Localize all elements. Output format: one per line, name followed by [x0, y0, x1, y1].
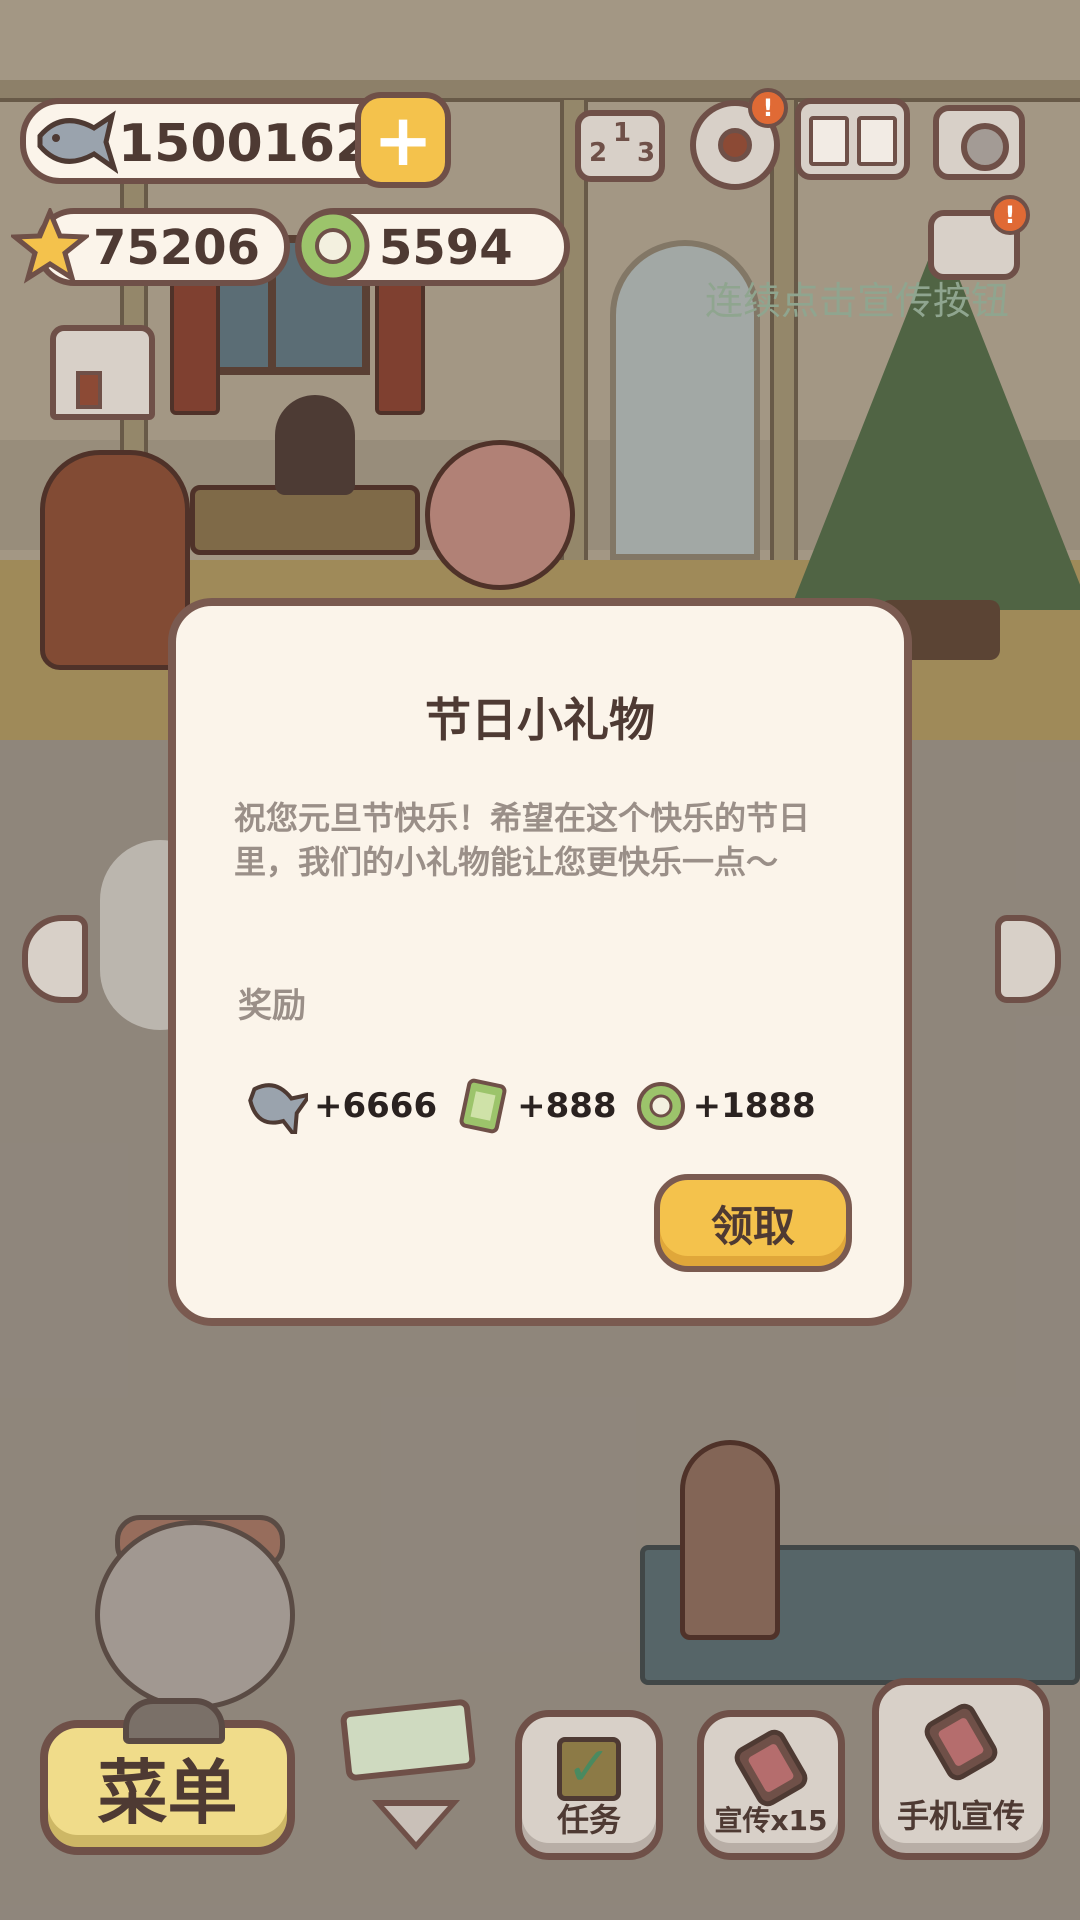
- reward-ticket: +888: [455, 1077, 617, 1135]
- task-label: 任务: [556, 1801, 621, 1839]
- coin-counter: 5594: [295, 208, 570, 286]
- checkmark-icon: ✓: [557, 1737, 621, 1801]
- chevron-down-fill: [384, 1806, 448, 1842]
- green-coin-icon: [296, 209, 370, 283]
- promo-marquee: 连续点击宣传按钮: [705, 279, 1010, 323]
- reward-coin: +1888: [635, 1080, 816, 1132]
- dialog-title: 节日小礼物: [425, 693, 655, 747]
- rank-digit: 1: [613, 118, 632, 148]
- reward-list: +6666 +888 +1888: [246, 1076, 834, 1136]
- fish-icon: [37, 110, 118, 174]
- reward-fish: +6666: [246, 1078, 437, 1134]
- menu-button[interactable]: 菜单: [40, 1698, 295, 1855]
- shop-icon[interactable]: [50, 325, 155, 420]
- add-fish-button[interactable]: +: [355, 92, 451, 188]
- promote-button[interactable]: 宣传x15: [697, 1710, 845, 1860]
- claim-button[interactable]: 领取: [654, 1174, 852, 1272]
- coin-count: 5594: [379, 220, 513, 276]
- task-button[interactable]: ✓ 任务: [515, 1710, 663, 1860]
- recipe-book-icon[interactable]: [795, 98, 910, 180]
- holiday-gift-dialog: 节日小礼物 祝您元旦节快乐！希望在这个快乐的节日里，我们的小礼物能让您更快乐一点…: [168, 598, 912, 1326]
- film-ticket-icon: [459, 1078, 507, 1134]
- rank-digit: 3: [637, 138, 656, 168]
- star-counter: 75206: [11, 208, 290, 286]
- book-page: [809, 116, 849, 166]
- camera-icon[interactable]: [933, 105, 1025, 180]
- star-count: 75206: [93, 220, 260, 276]
- dialog-message: 祝您元旦节快乐！希望在这个快乐的节日里，我们的小礼物能让您更快乐一点～: [234, 799, 811, 881]
- mail-alert-badge: !: [990, 195, 1030, 235]
- fish-icon: [248, 1083, 308, 1134]
- scroll-left-button[interactable]: [22, 915, 88, 1003]
- phone-promote-label: 手机宣传: [896, 1797, 1025, 1835]
- reward-amount: +1888: [692, 1086, 816, 1126]
- reward-amount: +888: [517, 1086, 617, 1126]
- green-coin-icon: [636, 1082, 685, 1130]
- reward-amount: +6666: [314, 1086, 438, 1126]
- phone-promote-button[interactable]: 手机宣传: [872, 1678, 1050, 1860]
- event-flag-icon[interactable]: [339, 1698, 477, 1782]
- reward-heading: 奖励: [238, 986, 306, 1026]
- phone-icon: [730, 1725, 812, 1811]
- rank-digit: 2: [589, 138, 608, 168]
- book-page: [857, 116, 897, 166]
- settings-alert-badge: !: [748, 88, 788, 128]
- phone-icon: [920, 1699, 1002, 1785]
- promote-label: 宣传x15: [714, 1804, 828, 1837]
- leaderboard-icon[interactable]: 2 1 3: [575, 110, 665, 182]
- star-icon: [11, 208, 89, 284]
